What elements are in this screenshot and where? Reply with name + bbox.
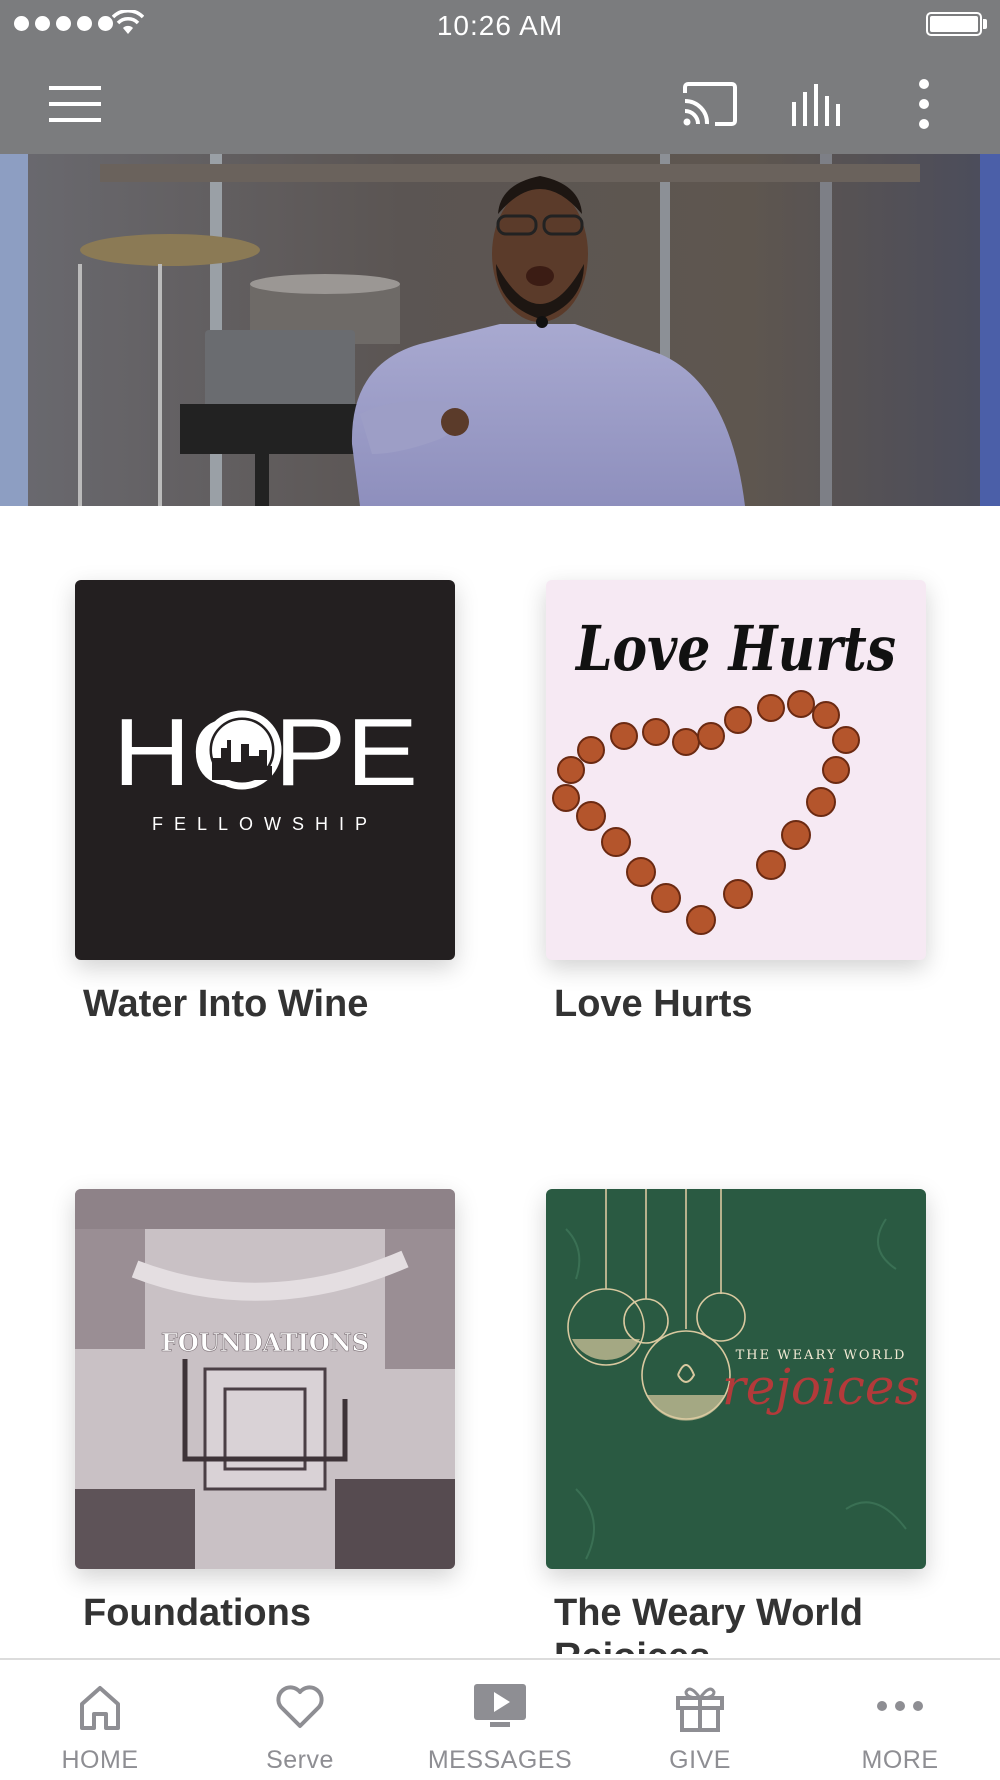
series-artwork-weary-world: THE WEARY WORLD rejoices [546, 1189, 926, 1569]
rejoices-script-text: rejoices [722, 1358, 920, 1416]
fellowship-logo-text: FELLOWSHIP [152, 814, 378, 834]
bottom-tab-bar: HOME Serve MESSAGES GIVE MORE [0, 1658, 1000, 1778]
series-artwork-love-hurts: Love Hurts [546, 580, 926, 960]
tab-more[interactable]: MORE [800, 1660, 1000, 1780]
vertical-ellipsis-icon[interactable] [894, 74, 954, 134]
love-hurts-script-text: Love Hurts [574, 612, 896, 685]
play-screen-icon [474, 1684, 526, 1727]
more-dots-icon [877, 1701, 923, 1711]
battery-icon [926, 12, 982, 36]
cast-icon[interactable] [680, 74, 740, 134]
app-bar [0, 52, 1000, 154]
series-artwork-foundations: FOUNDATIONS [75, 1189, 455, 1569]
series-title: The Weary World Rejoices [554, 1592, 863, 1654]
hero-image [0, 154, 1000, 506]
series-grid: HOPE FELLOWSHIP Water Into Wine Love Hur… [0, 506, 1000, 1658]
gift-icon [676, 1687, 724, 1732]
tab-home[interactable]: HOME [0, 1660, 200, 1780]
status-bar: 10:26 AM [0, 0, 1000, 52]
status-time: 10:26 AM [436, 10, 564, 41]
series-card-weary-world-rejoices[interactable]: THE WEARY WORLD rejoices The Weary World… [546, 1189, 926, 1654]
audio-levels-icon[interactable] [788, 74, 848, 134]
tab-messages[interactable]: MESSAGES [400, 1660, 600, 1780]
series-artwork-hope: HOPE FELLOWSHIP [75, 580, 455, 960]
heart-icon [276, 1685, 324, 1728]
series-title: Love Hurts [554, 983, 753, 1025]
series-title: Foundations [83, 1592, 311, 1634]
series-card-foundations[interactable]: FOUNDATIONS Foundations [75, 1189, 455, 1635]
foundations-overlay-text: FOUNDATIONS [161, 1328, 369, 1357]
hamburger-menu-icon[interactable] [45, 74, 105, 134]
home-icon [80, 1686, 120, 1730]
tab-give[interactable]: GIVE [600, 1660, 800, 1780]
series-title: Water Into Wine [83, 983, 369, 1025]
tab-serve[interactable]: Serve [200, 1660, 400, 1780]
series-card-water-into-wine[interactable]: HOPE FELLOWSHIP Water Into Wine [75, 580, 455, 1026]
series-card-love-hurts[interactable]: Love Hurts Love Hurts [546, 580, 926, 1026]
